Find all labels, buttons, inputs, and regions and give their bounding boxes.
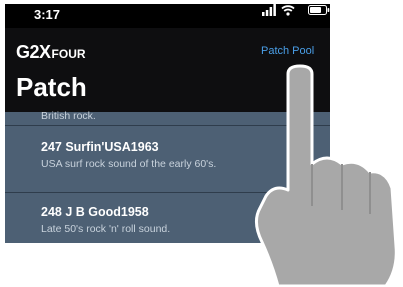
logo-main-text: G2X	[16, 42, 51, 62]
pointing-hand-icon	[255, 64, 398, 286]
wifi-icon	[281, 5, 295, 16]
logo-sub-text: FOUR	[51, 47, 86, 61]
previous-item-desc: British rock.	[41, 110, 96, 122]
cellular-signal-icon	[262, 4, 276, 16]
patch-pool-link[interactable]: Patch Pool	[261, 45, 314, 57]
status-time: 3:17	[34, 7, 61, 22]
item-desc: Late 50's rock 'n' roll sound.	[41, 223, 171, 235]
battery-icon	[308, 5, 330, 15]
status-bar: 3:17	[5, 4, 330, 28]
item-title: 248 J B Good1958	[41, 205, 149, 219]
page-title: Patch	[16, 72, 87, 102]
item-desc: USA surf rock sound of the early 60's.	[41, 158, 217, 170]
app-logo: G2XFOUR	[16, 42, 86, 63]
item-title: 247 Surfin'USA1963	[41, 140, 159, 154]
